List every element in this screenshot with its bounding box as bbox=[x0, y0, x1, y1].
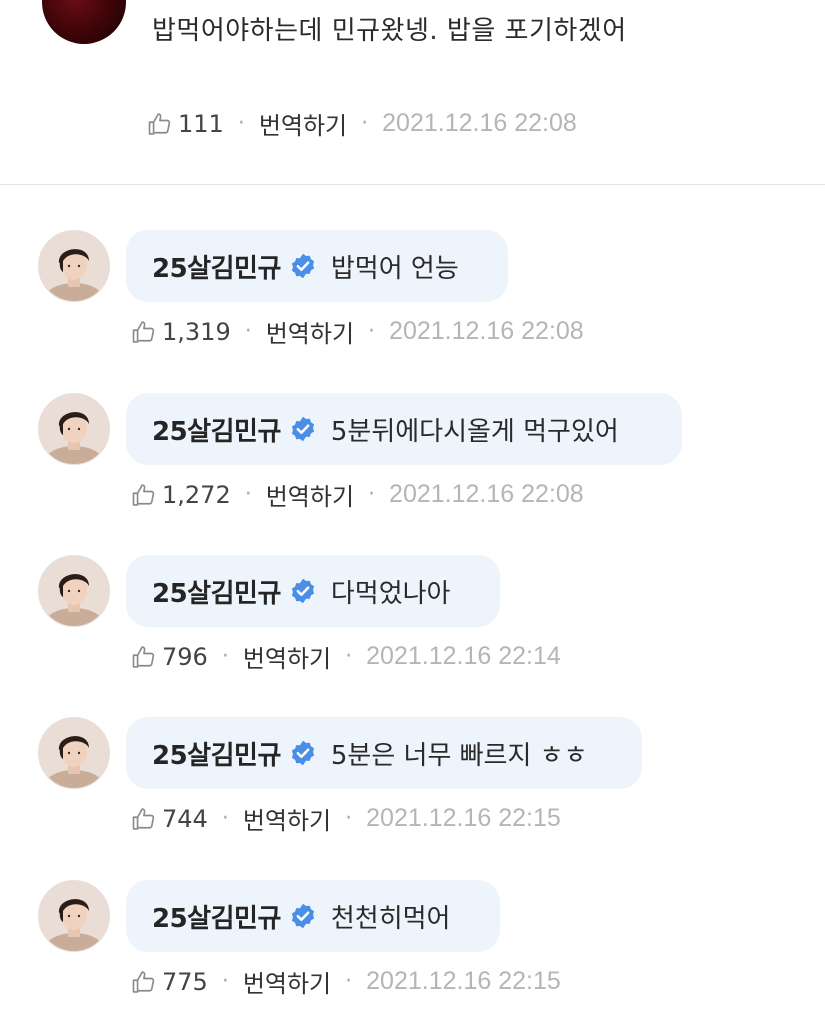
thumbs-up-icon[interactable] bbox=[130, 318, 158, 346]
verified-badge-icon bbox=[289, 577, 317, 605]
translate-button[interactable]: 번역하기 bbox=[259, 106, 347, 141]
separator-dot: · bbox=[345, 644, 353, 669]
avatar[interactable] bbox=[38, 393, 110, 465]
avatar[interactable] bbox=[38, 555, 110, 627]
author-name[interactable]: 25살김민규 bbox=[152, 411, 281, 448]
reply-meta: 775 · 번역하기 · 2021.12.16 22:15 bbox=[130, 964, 561, 999]
verified-badge-icon bbox=[289, 415, 317, 443]
separator-dot: · bbox=[345, 969, 353, 994]
timestamp: 2021.12.16 22:08 bbox=[389, 317, 584, 345]
reply-message: 천천히먹어 bbox=[330, 903, 451, 934]
avatar[interactable] bbox=[38, 230, 110, 302]
verified-badge-icon bbox=[289, 902, 317, 930]
like-count[interactable]: 1,272 bbox=[162, 481, 231, 509]
reply-bubble: 25살김민규 5분은 너무 빠르지 ㅎㅎ bbox=[126, 717, 642, 789]
separator-dot: · bbox=[345, 806, 353, 831]
reply-message: 5분뒤에다시올게 먹구있어 bbox=[330, 416, 619, 447]
reply-message: 다먹었나아 bbox=[330, 578, 451, 609]
reply-meta: 1,319 · 번역하기 · 2021.12.16 22:08 bbox=[130, 314, 584, 349]
separator-dot: · bbox=[368, 319, 376, 344]
timestamp: 2021.12.16 22:15 bbox=[366, 804, 561, 832]
separator-dot: · bbox=[361, 111, 369, 136]
reply-message: 5분은 너무 빠르지 ㅎㅎ bbox=[330, 740, 588, 771]
reply-bubble: 25살김민규 5분뒤에다시올게 먹구있어 bbox=[126, 393, 682, 465]
separator-dot: · bbox=[237, 111, 245, 136]
reply-bubble: 25살김민규 천천히먹어 bbox=[126, 880, 500, 952]
timestamp: 2021.12.16 22:15 bbox=[366, 967, 561, 995]
thumbs-up-icon[interactable] bbox=[130, 805, 158, 833]
translate-button[interactable]: 번역하기 bbox=[243, 964, 331, 999]
separator-dot: · bbox=[244, 319, 252, 344]
translate-button[interactable]: 번역하기 bbox=[266, 314, 354, 349]
avatar[interactable] bbox=[38, 880, 110, 952]
separator-dot: · bbox=[221, 969, 229, 994]
like-count[interactable]: 775 bbox=[162, 968, 208, 996]
author-name[interactable]: 25살김민규 bbox=[152, 573, 281, 610]
verified-badge-icon bbox=[289, 739, 317, 767]
reply-message: 밥먹어 언능 bbox=[330, 253, 459, 284]
translate-button[interactable]: 번역하기 bbox=[243, 639, 331, 674]
translate-button[interactable]: 번역하기 bbox=[243, 801, 331, 836]
timestamp: 2021.12.16 22:08 bbox=[389, 480, 584, 508]
thumbs-up-icon[interactable] bbox=[146, 110, 174, 138]
author-name[interactable]: 25살김민규 bbox=[152, 248, 281, 285]
like-count[interactable]: 796 bbox=[162, 643, 208, 671]
commenter-avatar[interactable] bbox=[42, 0, 126, 44]
timestamp: 2021.12.16 22:08 bbox=[382, 109, 577, 137]
thumbs-up-icon[interactable] bbox=[130, 481, 158, 509]
author-name[interactable]: 25살김민규 bbox=[152, 735, 281, 772]
separator-dot: · bbox=[221, 806, 229, 831]
timestamp: 2021.12.16 22:14 bbox=[366, 642, 561, 670]
separator-dot: · bbox=[221, 644, 229, 669]
separator-dot: · bbox=[368, 482, 376, 507]
reply-bubble: 25살김민규 밥먹어 언능 bbox=[126, 230, 508, 302]
avatar[interactable] bbox=[38, 717, 110, 789]
comment-text: 밥먹어야하는데 민규왔넹. 밥을 포기하겠어 bbox=[152, 16, 627, 46]
translate-button[interactable]: 번역하기 bbox=[266, 477, 354, 512]
separator-dot: · bbox=[244, 482, 252, 507]
thumbs-up-icon[interactable] bbox=[130, 643, 158, 671]
like-count[interactable]: 111 bbox=[178, 110, 224, 138]
reply-bubble: 25살김민규 다먹었나아 bbox=[126, 555, 500, 627]
section-divider bbox=[0, 184, 825, 185]
reply-meta: 1,272 · 번역하기 · 2021.12.16 22:08 bbox=[130, 477, 584, 512]
verified-badge-icon bbox=[289, 252, 317, 280]
like-count[interactable]: 744 bbox=[162, 805, 208, 833]
author-name[interactable]: 25살김민규 bbox=[152, 898, 281, 935]
comment-meta: 111 · 번역하기 · 2021.12.16 22:08 bbox=[146, 106, 577, 141]
like-count[interactable]: 1,319 bbox=[162, 318, 231, 346]
reply-meta: 796 · 번역하기 · 2021.12.16 22:14 bbox=[130, 639, 561, 674]
thumbs-up-icon[interactable] bbox=[130, 968, 158, 996]
reply-meta: 744 · 번역하기 · 2021.12.16 22:15 bbox=[130, 801, 561, 836]
